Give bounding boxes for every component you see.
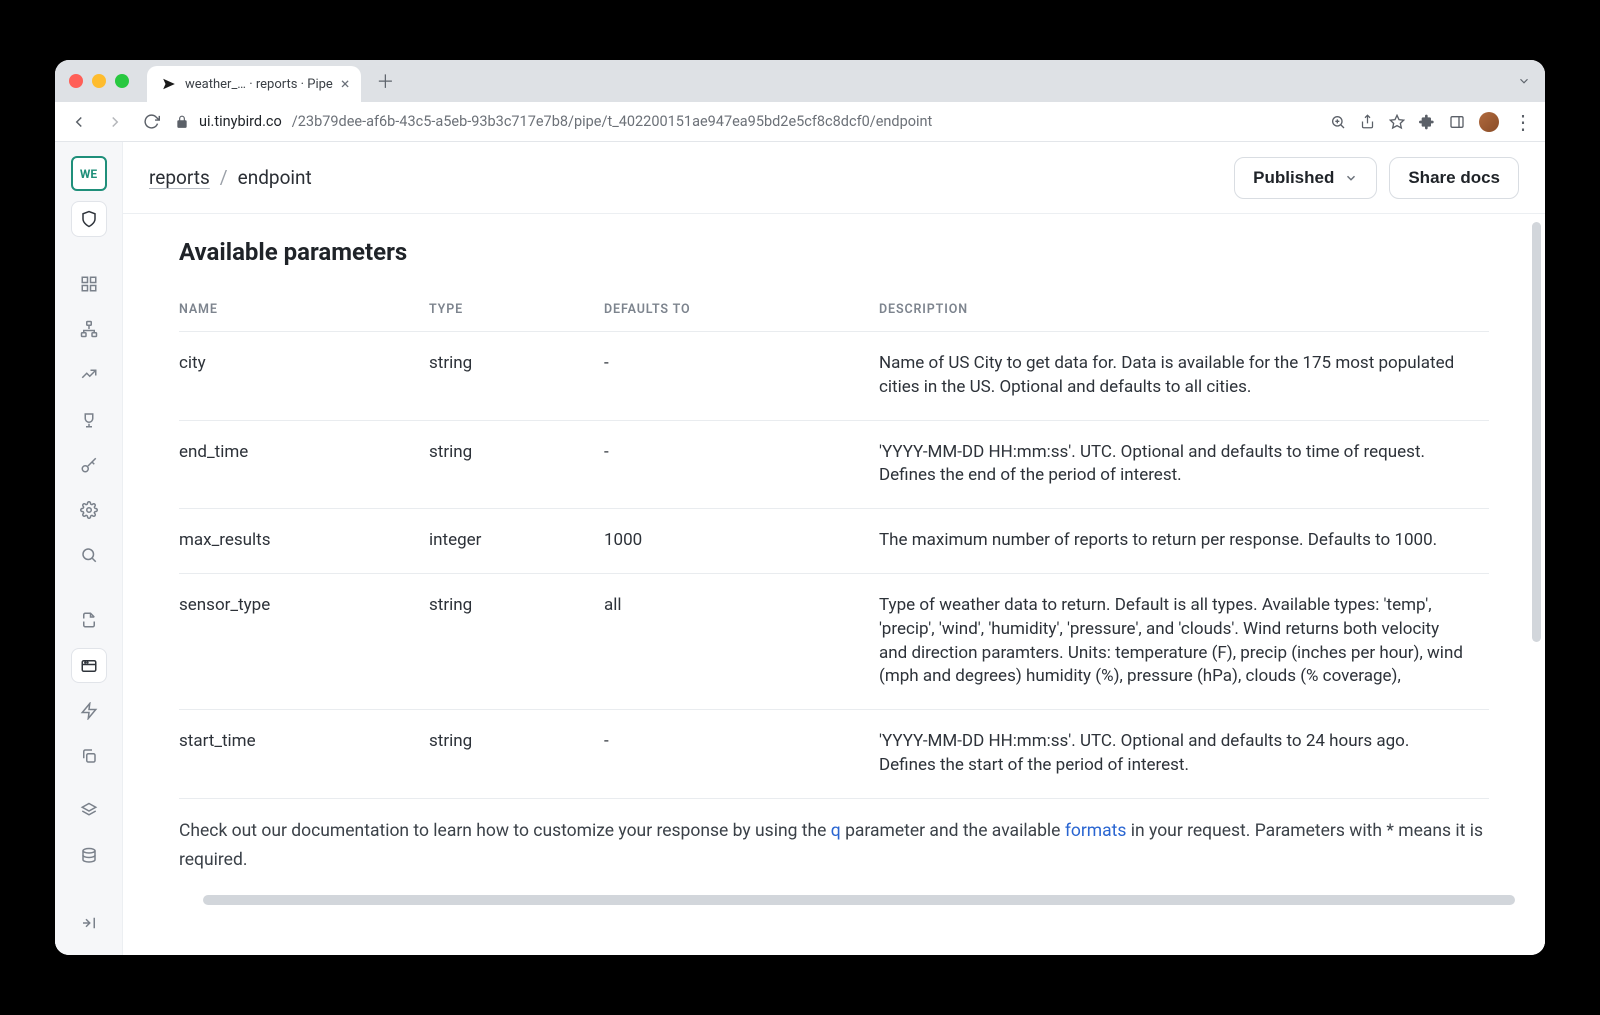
key-icon[interactable]: [71, 447, 107, 482]
table-row: sensor_type string all Type of weather d…: [179, 573, 1489, 709]
cell-description: Type of weather data to return. Default …: [879, 573, 1489, 709]
sidebar: WE: [55, 142, 123, 955]
formats-link[interactable]: formats: [1065, 821, 1127, 841]
footnote: Check out our documentation to learn how…: [179, 799, 1489, 875]
app-shell: WE: [55, 142, 1545, 955]
cell-name: end_time: [179, 420, 429, 509]
share-icon[interactable]: [1360, 114, 1375, 129]
published-dropdown[interactable]: Published: [1234, 157, 1377, 199]
cell-type: string: [429, 420, 604, 509]
url-field[interactable]: ui.tinybird.co/23b79dee-af6b-43c5-a5eb-9…: [175, 113, 1318, 130]
tab-title: weather_… · reports · Pipe: [185, 77, 333, 92]
window-close-button[interactable]: [69, 74, 83, 88]
flow-icon[interactable]: [71, 312, 107, 347]
star-icon[interactable]: [1389, 114, 1405, 130]
table-row: start_time string - 'YYYY-MM-DD HH:mm:ss…: [179, 710, 1489, 799]
cell-name: sensor_type: [179, 573, 429, 709]
traffic-lights: [69, 74, 129, 88]
cell-description: Name of US City to get data for. Data is…: [879, 332, 1489, 421]
window-zoom-button[interactable]: [115, 74, 129, 88]
cell-description: 'YYYY-MM-DD HH:mm:ss'. UTC. Optional and…: [879, 710, 1489, 799]
collapse-icon[interactable]: [71, 906, 107, 941]
url-host: ui.tinybird.co: [199, 113, 282, 130]
url-path: /23b79dee-af6b-43c5-a5eb-93b3c717e7b8/pi…: [292, 113, 933, 130]
cell-name: city: [179, 332, 429, 421]
cell-defaults: 1000: [604, 509, 879, 574]
tabs-overflow-icon[interactable]: [1517, 74, 1531, 88]
pipe-icon[interactable]: [71, 648, 107, 683]
nav-back-icon[interactable]: [67, 110, 91, 134]
cell-defaults: -: [604, 332, 879, 421]
new-tab-button[interactable]: ＋: [371, 67, 399, 95]
cell-type: string: [429, 573, 604, 709]
kebab-menu-icon[interactable]: ⋮: [1513, 112, 1533, 132]
tab-close-icon[interactable]: ×: [341, 76, 350, 92]
cell-type: string: [429, 710, 604, 799]
layer-icon[interactable]: [71, 794, 107, 829]
footnote-text: Check out our documentation to learn how…: [179, 821, 831, 841]
th-type: TYPE: [429, 290, 604, 332]
gear-icon[interactable]: [71, 492, 107, 527]
extensions-icon[interactable]: [1419, 114, 1435, 130]
horizontal-scrollbar[interactable]: [203, 895, 1515, 905]
copy-icon[interactable]: [71, 738, 107, 773]
breadcrumb-root[interactable]: reports: [149, 166, 210, 189]
cell-defaults: all: [604, 573, 879, 709]
published-label: Published: [1253, 168, 1334, 188]
vertical-scrollbar[interactable]: [1532, 222, 1541, 642]
page-header: reports / endpoint Published Share docs: [123, 142, 1545, 214]
nav-reload-icon[interactable]: [139, 110, 163, 134]
cell-type: string: [429, 332, 604, 421]
address-bar: ui.tinybird.co/23b79dee-af6b-43c5-a5eb-9…: [55, 102, 1545, 142]
shield-icon[interactable]: [71, 201, 107, 236]
nav-forward-icon[interactable]: [103, 110, 127, 134]
cell-name: start_time: [179, 710, 429, 799]
breadcrumb: reports / endpoint: [149, 166, 312, 189]
share-docs-button[interactable]: Share docs: [1389, 157, 1519, 199]
bolt-icon[interactable]: [71, 693, 107, 728]
workspace-badge[interactable]: WE: [71, 156, 107, 191]
table-row: end_time string - 'YYYY-MM-DD HH:mm:ss'.…: [179, 420, 1489, 509]
datasource-icon[interactable]: [71, 603, 107, 638]
q-param-link[interactable]: q: [831, 821, 841, 841]
chart-icon[interactable]: [71, 357, 107, 392]
section-title: Available parameters: [179, 238, 1489, 266]
breadcrumb-leaf: endpoint: [238, 166, 312, 189]
database-icon[interactable]: [71, 839, 107, 874]
window-minimize-button[interactable]: [92, 74, 106, 88]
zoom-icon[interactable]: [1330, 114, 1346, 130]
parameters-table: NAME TYPE DEFAULTS TO DESCRIPTION city s…: [179, 290, 1489, 799]
profile-avatar[interactable]: [1479, 112, 1499, 132]
chevron-down-icon: [1344, 171, 1358, 185]
search-icon[interactable]: [71, 538, 107, 573]
share-docs-label: Share docs: [1408, 168, 1500, 188]
tab-favicon-icon: [161, 76, 177, 92]
main-panel: reports / endpoint Published Share docs: [123, 142, 1545, 955]
th-name: NAME: [179, 290, 429, 332]
browser-window: weather_… · reports · Pipe × ＋ ui.tinybi…: [55, 60, 1545, 955]
toolbar-right: ⋮: [1330, 112, 1533, 132]
cell-description: 'YYYY-MM-DD HH:mm:ss'. UTC. Optional and…: [879, 420, 1489, 509]
browser-tab[interactable]: weather_… · reports · Pipe ×: [147, 66, 361, 102]
cell-type: integer: [429, 509, 604, 574]
titlebar: weather_… · reports · Pipe × ＋: [55, 60, 1545, 102]
cell-description: The maximum number of reports to return …: [879, 509, 1489, 574]
cell-name: max_results: [179, 509, 429, 574]
cell-defaults: -: [604, 420, 879, 509]
footnote-text: parameter and the available: [841, 821, 1065, 841]
th-defaults: DEFAULTS TO: [604, 290, 879, 332]
th-description: DESCRIPTION: [879, 290, 1489, 332]
breadcrumb-separator: /: [220, 166, 228, 189]
panel-icon[interactable]: [1449, 114, 1465, 130]
cell-defaults: -: [604, 710, 879, 799]
content-area: Available parameters NAME TYPE DEFAULTS …: [123, 214, 1545, 895]
table-row: city string - Name of US City to get dat…: [179, 332, 1489, 421]
table-row: max_results integer 1000 The maximum num…: [179, 509, 1489, 574]
cup-icon[interactable]: [71, 402, 107, 437]
grid-icon[interactable]: [71, 266, 107, 301]
lock-icon: [175, 115, 189, 129]
